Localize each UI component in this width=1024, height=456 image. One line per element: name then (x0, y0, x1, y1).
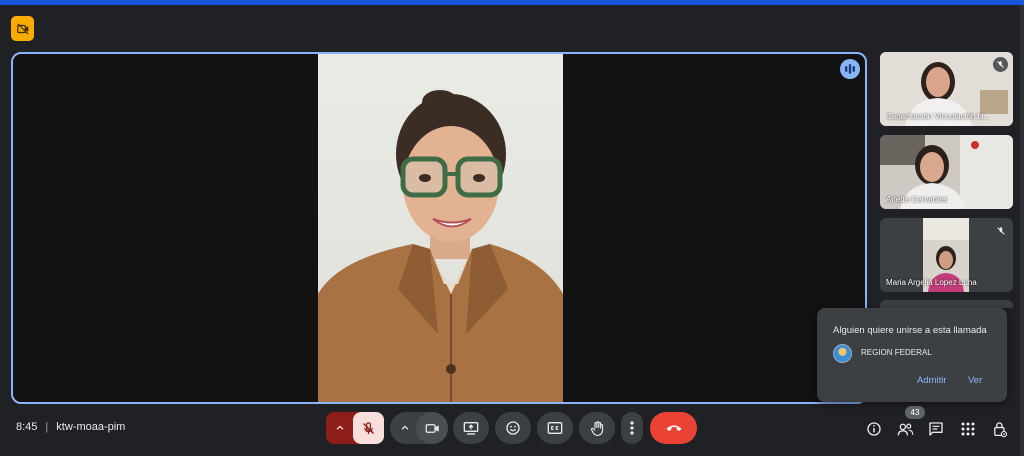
videocam-icon[interactable] (416, 412, 448, 444)
more-vert-icon[interactable] (621, 412, 643, 444)
join-request-dialog: Alguien quiere unirse a esta llamada REG… (817, 308, 1007, 402)
right-edge-strip (1020, 5, 1024, 456)
chevron-up-icon[interactable] (394, 412, 416, 444)
participant-tile[interactable]: Maria Argelia Lopez Luna (880, 218, 1013, 292)
chat-icon[interactable] (922, 415, 950, 443)
separator: | (45, 421, 49, 433)
participant-name: Maria Argelia Lopez Luna (886, 278, 977, 287)
meeting-info: 8:45 | ktw-moaa-pim (16, 421, 125, 433)
recording-off-icon[interactable] (11, 16, 34, 41)
apps-grid-icon[interactable] (954, 415, 982, 443)
camera-control-group (390, 412, 448, 444)
present-screen-icon[interactable] (453, 412, 489, 444)
participant-tile-partial (880, 300, 1013, 308)
info-icon[interactable] (860, 415, 888, 443)
meeting-code: ktw-moaa-pim (56, 421, 126, 433)
call-end-icon[interactable] (650, 412, 697, 444)
raise-hand-icon[interactable] (579, 412, 615, 444)
participant-tile[interactable]: Capacitación Vinculación U... (880, 52, 1013, 126)
mic-off-icon (993, 223, 1008, 238)
requester-name: REGION FEDERAL (861, 348, 932, 357)
main-speaker-video (318, 54, 563, 402)
participant-name: Arlette Cervantes (886, 195, 948, 204)
top-accent-bar (0, 0, 1024, 5)
mic-off-icon (993, 57, 1008, 72)
view-button[interactable]: Ver (968, 375, 982, 386)
clock-time: 8:45 (16, 421, 38, 433)
chevron-up-icon[interactable] (326, 412, 354, 444)
audio-wave-icon (840, 59, 860, 79)
participant-name: Capacitación Vinculación U... (886, 112, 990, 121)
mic-off-icon[interactable] (353, 412, 384, 444)
main-speaker-tile[interactable] (11, 52, 867, 404)
captions-icon[interactable] (537, 412, 573, 444)
admit-button[interactable]: Admitir (917, 375, 947, 386)
join-request-title: Alguien quiere unirse a esta llamada (833, 325, 987, 336)
people-icon[interactable] (891, 415, 919, 443)
emoji-icon[interactable] (495, 412, 531, 444)
mic-control-group (326, 412, 384, 444)
participant-tile[interactable]: Arlette Cervantes (880, 135, 1013, 209)
host-controls-lock-icon[interactable] (986, 415, 1014, 443)
requester-avatar (833, 344, 852, 363)
